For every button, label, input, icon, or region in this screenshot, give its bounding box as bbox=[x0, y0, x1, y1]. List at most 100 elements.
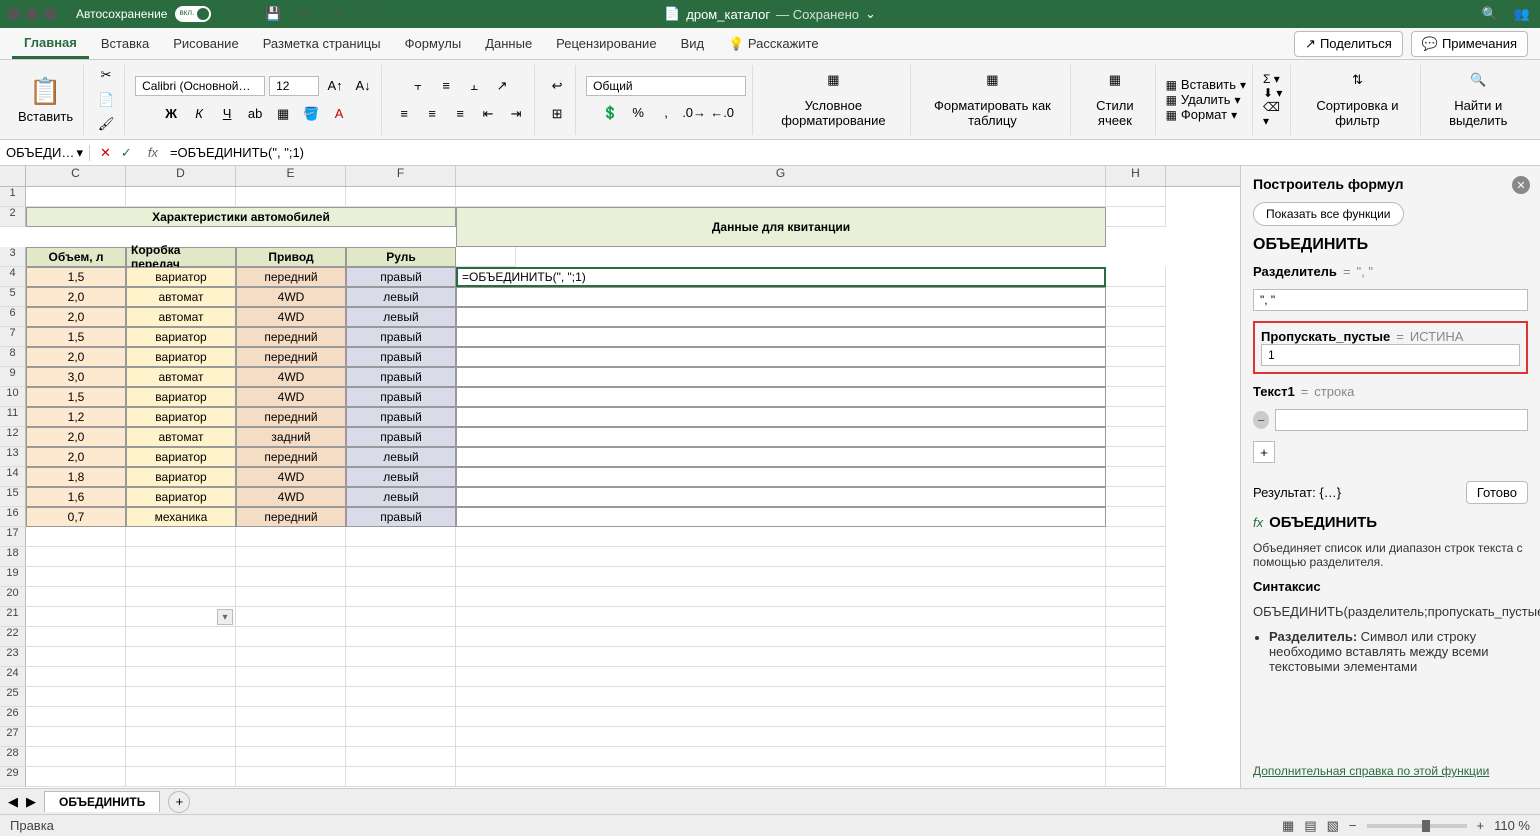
cell[interactable]: 4WD bbox=[236, 367, 346, 387]
zoom-out-icon[interactable]: − bbox=[1349, 818, 1357, 833]
zoom-value[interactable]: 110 % bbox=[1494, 818, 1530, 833]
chevron-down-icon[interactable]: ▾ bbox=[76, 145, 83, 161]
cell[interactable]: автомат bbox=[126, 287, 236, 307]
cell[interactable]: левый bbox=[346, 467, 456, 487]
header-c[interactable]: Объем, л bbox=[26, 247, 126, 267]
row-header[interactable]: 22 bbox=[0, 627, 26, 647]
min-dot[interactable] bbox=[26, 8, 38, 20]
row-header[interactable]: 26 bbox=[0, 707, 26, 727]
cell[interactable] bbox=[456, 407, 1106, 427]
tab-insert[interactable]: Вставка bbox=[89, 30, 161, 57]
bold-button[interactable]: Ж bbox=[159, 103, 183, 125]
arg-delimiter-input[interactable] bbox=[1253, 289, 1528, 311]
remove-arg-button[interactable]: − bbox=[1253, 411, 1269, 429]
row-header[interactable]: 10 bbox=[0, 387, 26, 407]
cell[interactable] bbox=[456, 327, 1106, 347]
cell[interactable]: правый bbox=[346, 367, 456, 387]
increase-font-icon[interactable]: A↑ bbox=[323, 75, 347, 97]
font-size-select[interactable]: 12 bbox=[269, 76, 319, 96]
more-icon[interactable]: ⋯ bbox=[359, 4, 379, 24]
italic-button[interactable]: К bbox=[187, 103, 211, 125]
cell[interactable]: 1,8 bbox=[26, 467, 126, 487]
cell[interactable]: вариатор bbox=[126, 347, 236, 367]
cell-styles-button[interactable]: ▦Стили ячеек bbox=[1081, 72, 1148, 128]
indent-inc-icon[interactable]: ⇥ bbox=[504, 103, 528, 125]
cell[interactable]: 2,0 bbox=[26, 287, 126, 307]
cell[interactable]: 0,7 bbox=[26, 507, 126, 527]
autosum-icon[interactable]: Σ ▾ bbox=[1263, 72, 1280, 86]
row-header[interactable]: 7 bbox=[0, 327, 26, 347]
orientation-icon[interactable]: ↗ bbox=[490, 75, 514, 97]
row-header[interactable]: 6 bbox=[0, 307, 26, 327]
align-bot-icon[interactable]: ⫠ bbox=[462, 75, 486, 97]
row-header[interactable]: 24 bbox=[0, 667, 26, 687]
currency-icon[interactable]: 💲 bbox=[598, 102, 622, 124]
cancel-icon[interactable]: ✕ bbox=[100, 145, 111, 161]
fx-icon[interactable]: fx bbox=[142, 145, 164, 160]
copy-icon[interactable]: 📄 bbox=[94, 89, 118, 110]
zoom-slider[interactable] bbox=[1367, 824, 1467, 828]
row-header[interactable]: 9 bbox=[0, 367, 26, 387]
row-header[interactable]: 15 bbox=[0, 487, 26, 507]
row-header[interactable]: 28 bbox=[0, 747, 26, 767]
row-header[interactable]: 3 bbox=[0, 247, 26, 267]
dec-decimal-icon[interactable]: ←.0 bbox=[710, 102, 734, 124]
col-header[interactable]: E bbox=[236, 166, 346, 186]
cell[interactable] bbox=[456, 427, 1106, 447]
search-icon[interactable]: 🔍 bbox=[1480, 4, 1500, 24]
cond-format-button[interactable]: ▦Условное форматирование bbox=[763, 72, 904, 128]
align-right-icon[interactable]: ≡ bbox=[448, 103, 472, 125]
window-controls[interactable] bbox=[8, 8, 56, 20]
help-link[interactable]: Дополнительная справка по этой функции bbox=[1253, 764, 1528, 778]
row-header[interactable]: 16 bbox=[0, 507, 26, 527]
cell[interactable]: вариатор bbox=[126, 327, 236, 347]
arg-text1-input[interactable] bbox=[1275, 409, 1528, 431]
cell[interactable] bbox=[456, 367, 1106, 387]
tab-home[interactable]: Главная bbox=[12, 29, 89, 59]
row-header[interactable]: 25 bbox=[0, 687, 26, 707]
row-header[interactable]: 8 bbox=[0, 347, 26, 367]
header-receipt[interactable]: Данные для квитанции bbox=[456, 207, 1106, 247]
save-icon[interactable]: 💾 bbox=[263, 4, 283, 24]
cell[interactable]: передний bbox=[236, 507, 346, 527]
cell[interactable]: 2,0 bbox=[26, 427, 126, 447]
comments-button[interactable]: 💬 Примечания bbox=[1411, 31, 1528, 57]
cell[interactable]: автомат bbox=[126, 307, 236, 327]
comma-icon[interactable]: , bbox=[654, 102, 678, 124]
strike-button[interactable]: ab bbox=[243, 103, 267, 125]
insert-cells-button[interactable]: ▦ Вставить ▾ bbox=[1166, 77, 1246, 92]
share-pane-icon[interactable]: 👥 bbox=[1512, 4, 1532, 24]
paste-button[interactable]: 📋 Вставить bbox=[14, 76, 77, 124]
zoom-in-icon[interactable]: + bbox=[1477, 818, 1485, 833]
cell[interactable]: автомат bbox=[126, 427, 236, 447]
row-header[interactable]: 14 bbox=[0, 467, 26, 487]
cell[interactable]: правый bbox=[346, 387, 456, 407]
decrease-font-icon[interactable]: A↓ bbox=[351, 75, 375, 97]
max-dot[interactable] bbox=[44, 8, 56, 20]
next-sheet-icon[interactable]: ▶ bbox=[26, 794, 36, 810]
home-icon[interactable]: ⌂ bbox=[231, 4, 251, 24]
header-d[interactable]: Коробка передач bbox=[126, 247, 236, 267]
cell[interactable]: 2,0 bbox=[26, 447, 126, 467]
cell[interactable]: левый bbox=[346, 307, 456, 327]
row-header[interactable]: 18 bbox=[0, 547, 26, 567]
col-header[interactable]: C bbox=[26, 166, 126, 186]
row-header[interactable]: 1 bbox=[0, 187, 26, 207]
row-header[interactable]: 20 bbox=[0, 587, 26, 607]
undo-icon[interactable]: ↶ bbox=[295, 4, 315, 24]
align-left-icon[interactable]: ≡ bbox=[392, 103, 416, 125]
cell[interactable] bbox=[456, 307, 1106, 327]
cell[interactable]: передний bbox=[236, 347, 346, 367]
tab-data[interactable]: Данные bbox=[473, 30, 544, 57]
view-layout-icon[interactable]: ▤ bbox=[1304, 818, 1316, 834]
cell[interactable]: правый bbox=[346, 427, 456, 447]
tell-me[interactable]: 💡 Расскажите bbox=[716, 30, 830, 58]
tab-formulas[interactable]: Формулы bbox=[393, 30, 474, 57]
autosave-toggle[interactable]: вкл. bbox=[175, 6, 211, 22]
row-header[interactable]: 19 bbox=[0, 567, 26, 587]
cell[interactable]: 2,0 bbox=[26, 307, 126, 327]
indent-dec-icon[interactable]: ⇤ bbox=[476, 103, 500, 125]
tab-draw[interactable]: Рисование bbox=[161, 30, 250, 57]
cell[interactable] bbox=[456, 467, 1106, 487]
cell[interactable]: 1,6 bbox=[26, 487, 126, 507]
